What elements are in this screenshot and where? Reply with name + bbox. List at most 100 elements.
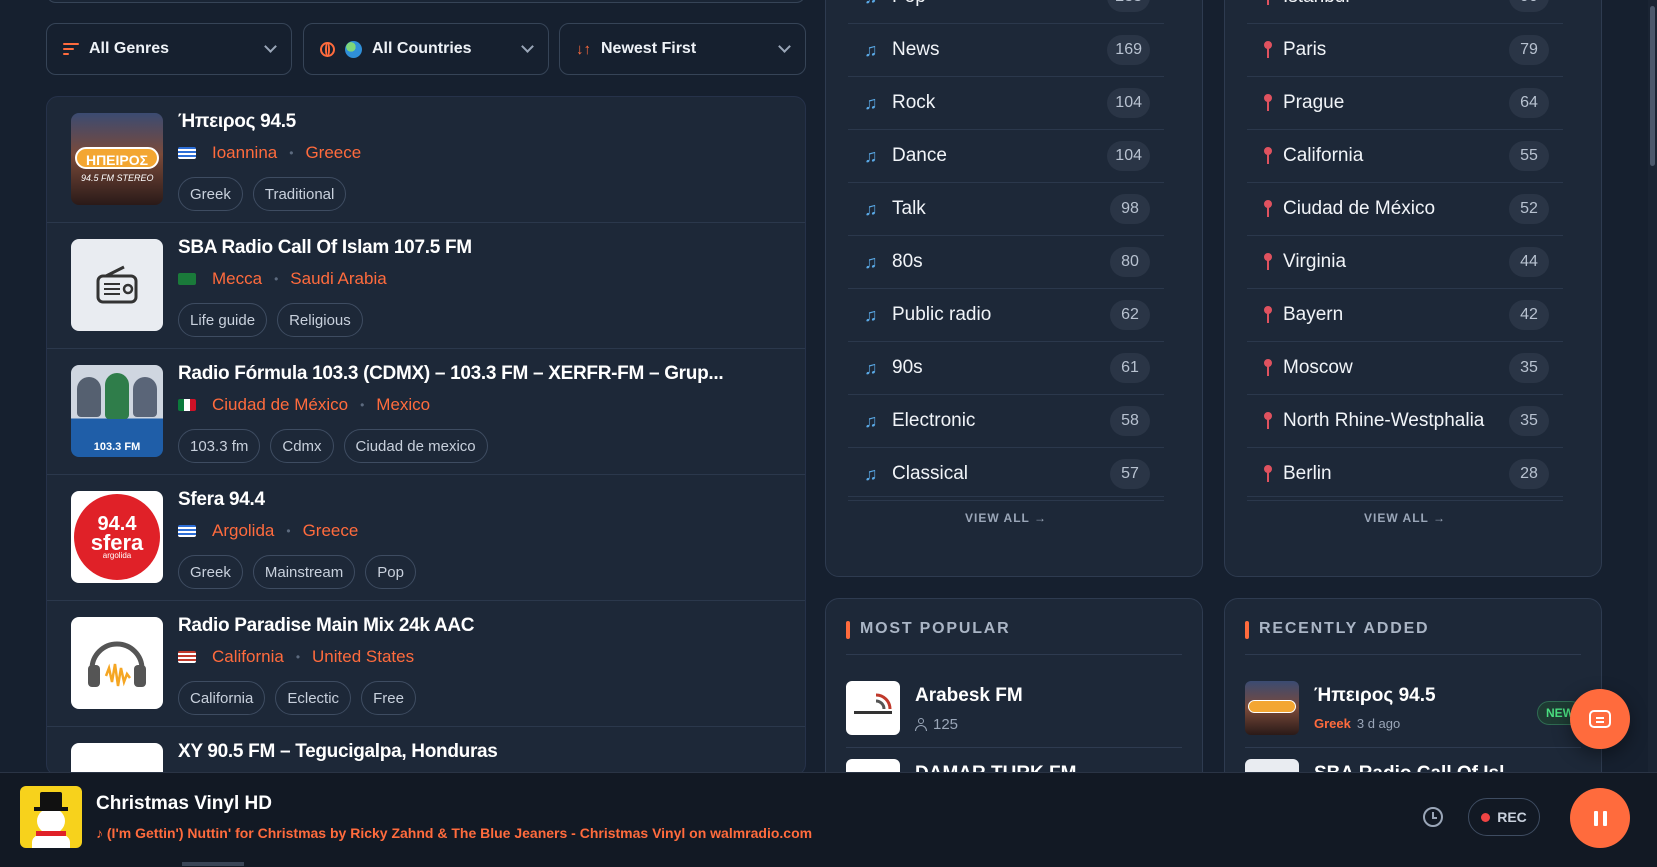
location-count: 35	[1509, 406, 1549, 436]
tag-chip[interactable]: 103.3 fm	[178, 429, 261, 463]
chevron-down-icon	[521, 40, 534, 53]
genre-item[interactable]: ♫ Public radio 62	[848, 289, 1164, 342]
genre-item[interactable]: ♫ Pop233	[848, 0, 1164, 24]
location-count: 28	[1509, 459, 1549, 489]
tag-chip[interactable]: Traditional	[252, 177, 347, 211]
station-row[interactable]: 103.3 FM Radio Fórmula 103.3 (CDMX) – 10…	[47, 349, 805, 475]
location-item[interactable]: Virginia 44	[1247, 236, 1563, 289]
now-playing-station[interactable]: Christmas Vinyl HD	[96, 793, 272, 815]
location-name: Bayern	[1283, 304, 1344, 325]
location-count: 55	[1509, 141, 1549, 171]
usa-flag-icon	[178, 651, 196, 663]
genre-name: 90s	[892, 357, 923, 378]
tag-chip[interactable]: Ciudad de mexico	[343, 429, 488, 463]
genre-item[interactable]: ♫ Electronic 58	[848, 395, 1164, 448]
genre-item[interactable]: ♫ Dance 104	[848, 130, 1164, 183]
tag-chip[interactable]: Life guide	[178, 303, 268, 337]
search-input[interactable]	[46, 0, 806, 3]
map-pin-icon	[1263, 200, 1273, 218]
genre-item[interactable]: ♫ News 169	[848, 24, 1164, 77]
recent-station-name: Ήπειρος 94.5	[1314, 685, 1436, 706]
tag-chip[interactable]: Mainstream	[252, 555, 356, 589]
station-row[interactable]: SBA Radio Call Of Islam 107.5 FM Mecca •…	[47, 223, 805, 349]
station-city[interactable]: California	[212, 647, 284, 667]
station-title[interactable]: Sfera 94.4	[178, 489, 265, 511]
station-row[interactable]: XY 90.5 FM – Tegucigalpa, Honduras	[47, 727, 805, 775]
genre-name: Talk	[892, 198, 926, 219]
map-pin-icon	[1263, 147, 1273, 165]
station-country[interactable]: Greece	[305, 143, 361, 163]
location-item[interactable]: Ciudad de México 52	[1247, 183, 1563, 236]
genre-item[interactable]: ♫ 80s 80	[848, 236, 1164, 289]
tag-chip[interactable]: Pop	[365, 555, 416, 589]
country-filter[interactable]: All Countries	[303, 23, 549, 75]
station-logo-text: 103.3 FM	[93, 441, 141, 453]
station-city[interactable]: Ioannina	[212, 143, 277, 163]
tag-chip[interactable]: Free	[361, 681, 416, 715]
location-item[interactable]: Moscow 35	[1247, 342, 1563, 395]
now-playing-track: ♪ (I'm Gettin') Nuttin' for Christmas by…	[96, 825, 813, 841]
greece-flag-icon	[178, 525, 196, 537]
pause-button[interactable]	[1570, 788, 1630, 848]
location-item[interactable]: Bayern 42	[1247, 289, 1563, 342]
tag-chip[interactable]: Religious	[277, 303, 363, 337]
separator-dot: •	[295, 650, 301, 664]
genre-item[interactable]: ♫ 90s 61	[848, 342, 1164, 395]
clock-icon[interactable]	[1423, 807, 1443, 827]
progress-bar[interactable]	[182, 862, 244, 866]
station-title[interactable]: Ήπειρος 94.5	[178, 111, 296, 133]
station-row[interactable]: ΗΠΕΙΡΟΣ 94.5 FM STEREO Ήπειρος 94.5 Ioan…	[47, 97, 805, 223]
record-dot-icon	[1481, 812, 1491, 822]
location-item[interactable]: California 55	[1247, 130, 1563, 183]
station-location: Ciudad de México • Mexico	[178, 395, 430, 415]
divider	[846, 654, 1182, 655]
station-title[interactable]: Radio Fórmula 103.3 (CDMX) – 103.3 FM – …	[178, 363, 724, 385]
tag-chip[interactable]: California	[178, 681, 266, 715]
station-logo	[71, 239, 163, 331]
genres-view-all-link[interactable]: VIEW ALL →	[848, 496, 1164, 525]
location-item[interactable]: Berlin 28	[1247, 448, 1563, 501]
sort-filter[interactable]: ↓↑ Newest First	[559, 23, 806, 75]
genre-item[interactable]: ♫ Talk 98	[848, 183, 1164, 236]
station-country[interactable]: Greece	[303, 521, 359, 541]
locations-view-all-link[interactable]: VIEW ALL →	[1247, 496, 1563, 525]
popular-station-item[interactable]: Arabesk FM 125	[846, 681, 1182, 741]
location-count: 35	[1509, 353, 1549, 383]
recent-station-genre: Greek	[1314, 716, 1351, 731]
tag-chip[interactable]: Greek	[178, 555, 243, 589]
station-title[interactable]: SBA Radio Call Of Islam 107.5 FM	[178, 237, 472, 259]
station-row[interactable]: 94.4 sfera argolida Sfera 94.4 Argolida …	[47, 475, 805, 601]
recent-station-item[interactable]: Ήπειρος 94.5 Greek 3 d ago NEW	[1245, 681, 1583, 741]
tag-chip[interactable]: Eclectic	[275, 681, 352, 715]
separator-dot: •	[360, 398, 365, 412]
popular-station-name: Arabesk FM	[915, 685, 1023, 706]
station-logo	[1245, 681, 1299, 735]
sort-arrows-icon: ↓↑	[576, 40, 591, 58]
station-city[interactable]: Ciudad de México	[212, 395, 348, 415]
scrollbar-thumb[interactable]	[1650, 6, 1655, 166]
station-country[interactable]: United States	[312, 647, 414, 667]
station-country[interactable]: Saudi Arabia	[290, 269, 386, 289]
station-country[interactable]: Mexico	[376, 395, 430, 415]
chat-button[interactable]	[1570, 689, 1630, 749]
genre-item[interactable]: ♫ Rock 104	[848, 77, 1164, 130]
genre-filter[interactable]: All Genres	[46, 23, 292, 75]
location-item[interactable]: Prague 64	[1247, 77, 1563, 130]
station-city[interactable]: Mecca	[212, 269, 262, 289]
record-button[interactable]: REC	[1468, 798, 1540, 836]
station-city[interactable]: Argolida	[212, 521, 274, 541]
user-icon	[915, 718, 927, 731]
location-item[interactable]: Paris 79	[1247, 24, 1563, 77]
location-item[interactable]: Istanbul90	[1247, 0, 1563, 24]
station-tags: Greek Traditional	[178, 177, 347, 211]
music-note-icon: ♫	[864, 304, 878, 325]
chevron-down-icon	[778, 40, 791, 53]
station-title[interactable]: Radio Paradise Main Mix 24k AAC	[178, 615, 475, 637]
station-location: Mecca • Saudi Arabia	[178, 269, 387, 289]
tag-chip[interactable]: Cdmx	[270, 429, 334, 463]
genre-item[interactable]: ♫ Classical 57	[848, 448, 1164, 501]
tag-chip[interactable]: Greek	[178, 177, 243, 211]
station-title[interactable]: XY 90.5 FM – Tegucigalpa, Honduras	[178, 741, 498, 763]
location-item[interactable]: North Rhine-Westphalia 35	[1247, 395, 1563, 448]
station-row[interactable]: Radio Paradise Main Mix 24k AAC Californ…	[47, 601, 805, 727]
